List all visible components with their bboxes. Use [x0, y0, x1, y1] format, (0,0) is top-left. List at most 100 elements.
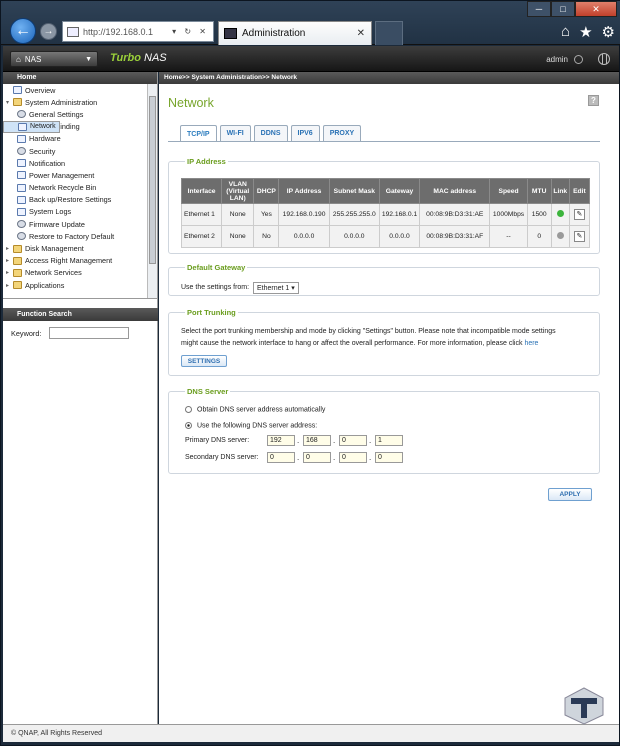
sidebar-item-power-management[interactable]: Power Management — [3, 169, 157, 181]
window-controls: ─ □ ✕ — [527, 1, 617, 17]
page-icon — [17, 159, 26, 168]
column-header: MAC address — [419, 178, 491, 204]
secondary-dns-label: Secondary DNS server: — [185, 454, 259, 461]
sidebar-item-label: Network Services — [25, 268, 82, 278]
sidebar-item-system-administration[interactable]: ▾ System Administration — [3, 96, 157, 108]
tab-wi-fi[interactable]: WI-FI — [219, 125, 251, 141]
link-status-icon — [556, 232, 564, 239]
chevron-down-icon[interactable]: ▾ — [6, 99, 13, 106]
status-bar: © QNAP, All Rights Reserved — [3, 724, 619, 742]
address-bar[interactable]: http://192.168.0.1 ▾ ↻ ✕ — [62, 21, 214, 42]
close-tab-icon[interactable]: ✕ — [357, 28, 365, 39]
secondary-dns-octet-input[interactable]: 0 — [303, 452, 331, 463]
sidebar-item-overview[interactable]: Overview — [3, 84, 157, 96]
nas-menu-button[interactable]: ⌂ NAS ▼ — [10, 51, 98, 67]
apply-button[interactable]: APPLY — [548, 488, 592, 501]
sidebar-item-security[interactable]: Security — [3, 145, 157, 157]
folder-icon — [13, 281, 22, 290]
folder-icon — [13, 244, 22, 253]
cell-mask: 0.0.0.0 — [328, 225, 380, 248]
sidebar-item-back-up-restore-settings[interactable]: Back up/Restore Settings — [3, 194, 157, 206]
secondary-dns-octet-input[interactable]: 0 — [375, 452, 403, 463]
cell-vlan: None — [221, 225, 255, 248]
cell-mtu: 0 — [526, 225, 552, 248]
dns-manual-option[interactable]: Use the following DNS server address: — [185, 422, 317, 429]
star-icon[interactable]: ★ — [579, 23, 592, 41]
page-icon — [17, 171, 26, 180]
page-title: Network — [168, 96, 214, 110]
radio-manual[interactable] — [185, 422, 192, 429]
sidebar-item-label: Applications — [25, 280, 65, 290]
back-button[interactable]: ← — [10, 18, 36, 44]
help-icon[interactable]: ? — [588, 95, 599, 106]
tab-tcp-ip[interactable]: TCP/IP — [180, 125, 217, 142]
sidebar-item-restore-to-factory-default[interactable]: Restore to Factory Default — [3, 230, 157, 242]
new-tab-button[interactable] — [375, 21, 403, 45]
cell-speed: 1000Mbps — [489, 203, 528, 226]
sidebar-item-hardware[interactable]: Hardware — [3, 133, 157, 145]
primary-dns-octet-input[interactable]: 0 — [339, 435, 367, 446]
function-search-header: Function Search — [3, 308, 158, 321]
scrollbar-thumb[interactable] — [149, 96, 156, 264]
close-window-button[interactable]: ✕ — [575, 1, 617, 17]
minimize-button[interactable]: ─ — [527, 1, 551, 17]
primary-dns-octet-input[interactable]: 192 — [267, 435, 295, 446]
radio-auto[interactable] — [185, 406, 192, 413]
tab-ipv6[interactable]: IPV6 — [290, 125, 320, 141]
sidebar-item-label: Security — [29, 146, 56, 156]
cell-ip: 0.0.0.0 — [278, 225, 330, 248]
address-controls[interactable]: ▾ ↻ ✕ — [172, 27, 209, 36]
column-header: Subnet Mask — [328, 178, 380, 204]
sidebar-item-network[interactable]: Network — [3, 120, 60, 133]
sidebar-item-network-services[interactable]: ▸ Network Services — [3, 267, 157, 279]
primary-dns-label: Primary DNS server: — [185, 437, 250, 444]
tab-proxy[interactable]: PROXY — [322, 125, 362, 141]
octet-separator: . — [333, 436, 336, 445]
globe-icon[interactable] — [598, 53, 610, 65]
nas-button-label: NAS — [24, 54, 42, 64]
chevron-right-icon[interactable]: ▸ — [6, 269, 13, 276]
sidebar-item-access-right-management[interactable]: ▸ Access Right Management — [3, 255, 157, 267]
sidebar-item-network-recycle-bin[interactable]: Network Recycle Bin — [3, 182, 157, 194]
browser-tab[interactable]: Administration ✕ — [218, 21, 372, 45]
secondary-dns-octet-input[interactable]: 0 — [267, 452, 295, 463]
gear-icon[interactable]: ⚙ — [602, 23, 615, 41]
keyword-label: Keyword: — [11, 328, 42, 338]
gateway-label: Use the settings from: — [181, 284, 250, 291]
keyword-input[interactable] — [49, 327, 130, 339]
sidebar-header: Home — [3, 72, 157, 84]
edit-icon[interactable]: ✎ — [573, 231, 585, 242]
sidebar-item-system-logs[interactable]: System Logs — [3, 206, 157, 218]
sidebar-item-disk-management[interactable]: ▸ Disk Management — [3, 242, 157, 254]
chevron-right-icon[interactable]: ▸ — [6, 257, 13, 264]
tab-ddns[interactable]: DDNS — [253, 125, 288, 141]
sidebar-item-label: Overview — [25, 85, 56, 95]
dns-auto-option[interactable]: Obtain DNS server address automatically — [185, 406, 325, 413]
primary-dns-octet-input[interactable]: 168 — [303, 435, 331, 446]
tree-scrollbar[interactable] — [147, 84, 157, 298]
octet-separator: . — [369, 436, 372, 445]
sidebar-item-applications[interactable]: ▸ Applications — [3, 279, 157, 291]
page-icon — [67, 26, 79, 37]
chevron-right-icon[interactable]: ▸ — [6, 245, 13, 252]
gear-icon — [17, 232, 26, 241]
sidebar-item-firmware-update[interactable]: Firmware Update — [3, 218, 157, 230]
column-header: Edit — [568, 178, 591, 204]
brand-logo: Turbo NAS — [110, 52, 167, 64]
home-icon[interactable]: ⌂ — [561, 23, 570, 41]
sidebar-item-notification[interactable]: Notification — [3, 157, 157, 169]
secondary-dns-octet-input[interactable]: 0 — [339, 452, 367, 463]
sidebar-item-general-settings[interactable]: General Settings — [3, 108, 157, 120]
maximize-button[interactable]: □ — [551, 1, 575, 17]
settings-button[interactable]: SETTINGS — [181, 355, 227, 367]
chevron-right-icon[interactable]: ▸ — [6, 282, 13, 289]
folder-icon — [13, 256, 22, 265]
forward-button[interactable]: → — [40, 23, 57, 40]
primary-dns-octet-input[interactable]: 1 — [375, 435, 403, 446]
gateway-select[interactable]: Ethernet 1 ▾ — [253, 282, 299, 294]
more-info-link[interactable]: here — [524, 340, 538, 347]
edit-icon[interactable]: ✎ — [573, 209, 585, 220]
default-gateway-section: Default Gateway Use the settings from: E… — [168, 263, 600, 296]
user-menu[interactable]: admin — [546, 55, 583, 65]
cell-vlan: None — [221, 203, 255, 226]
